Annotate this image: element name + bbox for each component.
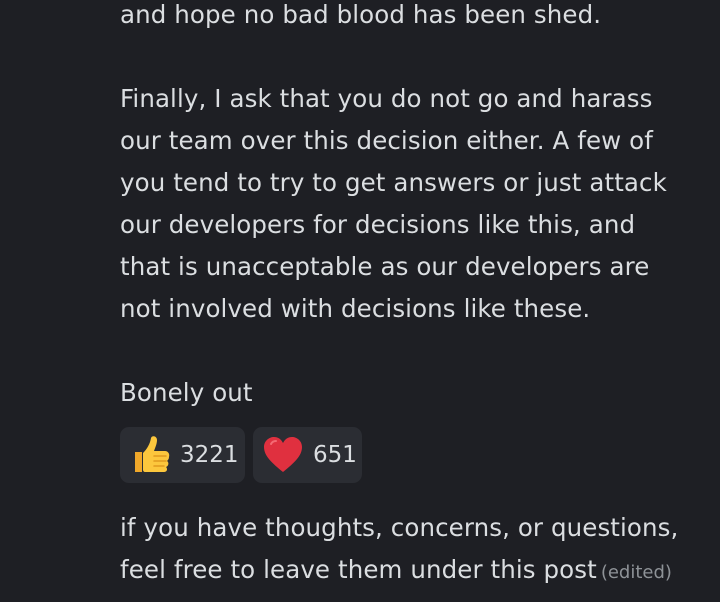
message-line: and hope no bad blood has been shed. [120, 0, 602, 29]
edited-label: (edited) [600, 562, 672, 583]
reaction-heart[interactable]: 651 [253, 427, 362, 483]
message-line: our team over this decision either. A fe… [120, 126, 653, 155]
message-line: not involved with decisions like these. [120, 294, 591, 323]
reaction-thumbs-up[interactable]: 3221 [120, 427, 245, 483]
message-line: if you have thoughts, concerns, or quest… [120, 513, 679, 542]
message-line: that is unacceptable as our developers a… [120, 252, 650, 281]
message-line: feel free to leave them under this post(… [120, 555, 672, 588]
reaction-count: 3221 [180, 442, 239, 468]
message-line-text: feel free to leave them under this post [120, 555, 597, 584]
red-heart-icon [264, 437, 302, 472]
message-line: our developers for decisions like this, … [120, 210, 636, 239]
thumbs-up-icon [135, 436, 170, 472]
message-line: you tend to try to get answers or just a… [120, 168, 667, 197]
reaction-count: 651 [313, 442, 357, 468]
message-signoff: Bonely out [120, 378, 253, 407]
message-line: Finally, I ask that you do not go and ha… [120, 84, 653, 113]
